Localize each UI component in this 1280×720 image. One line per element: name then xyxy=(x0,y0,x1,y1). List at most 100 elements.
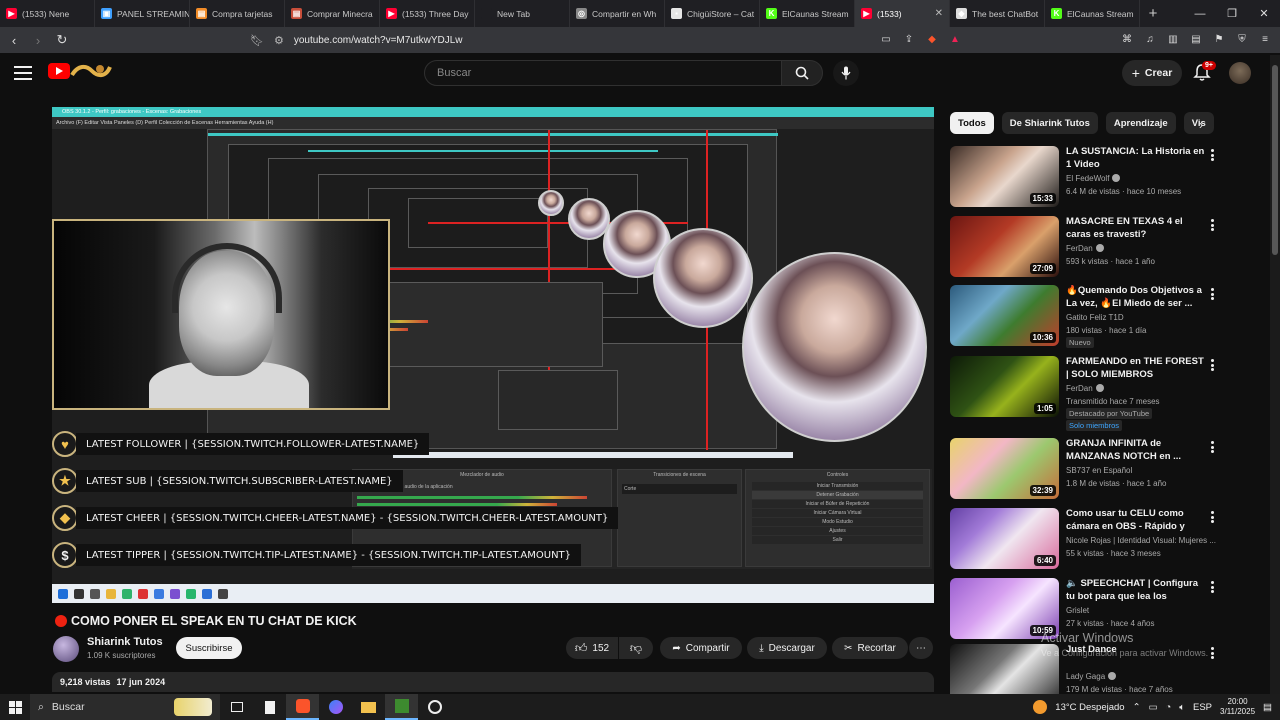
video-thumbnail[interactable]: 15:33 xyxy=(950,146,1059,207)
task-view-icon[interactable] xyxy=(220,694,253,720)
taskbar-search-input[interactable]: ⌕ Buscar xyxy=(30,694,220,720)
more-options-icon[interactable] xyxy=(1208,440,1216,454)
language-indicator[interactable]: ESP xyxy=(1193,702,1212,713)
extension-icon[interactable]: ⌘ xyxy=(1120,31,1134,47)
yt-doodle-icon[interactable] xyxy=(70,61,112,83)
more-options-icon[interactable] xyxy=(1208,358,1216,372)
voice-search-button[interactable] xyxy=(833,60,859,86)
filter-chip[interactable]: Aprendizaje xyxy=(1105,112,1176,134)
video-thumbnail[interactable]: 1:05 xyxy=(950,356,1059,417)
recommendation-channel[interactable]: Grislet xyxy=(1066,606,1089,615)
site-info-icon[interactable]: ⚙︎ xyxy=(274,34,284,47)
recommendation-item[interactable]: 6:40 Como usar tu CELU como cámara en OBS… xyxy=(950,508,1225,570)
media-icon[interactable]: ♫ xyxy=(1143,31,1157,47)
browser-tab[interactable]: K ElCaunas Stream xyxy=(1045,0,1140,27)
recommendation-title[interactable]: MASACRE EN TEXAS 4 el caras es travesti? xyxy=(1066,216,1208,241)
more-options-icon[interactable] xyxy=(1208,287,1216,301)
video-thumbnail[interactable]: 6:40 xyxy=(950,508,1059,569)
recommendation-title[interactable]: GRANJA INFINITA de MANZANAS NOTCH en ... xyxy=(1066,438,1208,463)
more-options-icon[interactable] xyxy=(1208,218,1216,232)
recommendation-title[interactable]: LA SUSTANCIA: La Historia en 1 Video xyxy=(1066,146,1208,171)
messenger-icon[interactable] xyxy=(319,694,352,720)
browser-tab[interactable]: ▶ (1533) Three Day xyxy=(380,0,475,27)
recommendation-channel[interactable]: Nicole Rojas | Identidad Visual: Mujeres… xyxy=(1066,536,1216,545)
weather-text[interactable]: 13°C Despejado xyxy=(1055,702,1124,713)
filter-chip[interactable]: De Shiarink Tutos xyxy=(1001,112,1098,134)
vpn-icon[interactable]: ⚑ xyxy=(1212,31,1226,47)
bookmark-icon[interactable]: 🔖︎ xyxy=(250,34,264,47)
more-options-icon[interactable] xyxy=(1208,148,1216,162)
hamburger-menu-icon[interactable] xyxy=(14,64,32,82)
new-tab-button[interactable]: + xyxy=(1140,0,1166,27)
browser-tab[interactable]: ◆ The best ChatBot xyxy=(950,0,1045,27)
search-input[interactable]: Buscar xyxy=(424,60,782,86)
video-thumbnail[interactable]: 10:59 xyxy=(950,578,1059,639)
download-button[interactable]: ⤓ Descargar xyxy=(747,637,827,659)
obs-icon[interactable] xyxy=(418,694,451,720)
browser-tab[interactable]: ▣ PANEL STREAMIN xyxy=(95,0,190,27)
close-window-icon[interactable]: ✕ xyxy=(1248,0,1280,27)
share-button[interactable]: ➦ Compartir xyxy=(660,637,742,659)
recommendation-channel[interactable]: El FedeWolf xyxy=(1066,174,1121,183)
subscribe-button[interactable]: Suscribirse xyxy=(176,637,242,659)
browser-tab[interactable]: ▤ Compra tarjetas xyxy=(190,0,285,27)
search-button[interactable] xyxy=(781,60,823,86)
video-thumbnail[interactable]: 10:36 xyxy=(950,285,1059,346)
recommendation-title[interactable]: 🔈 SPEECHCHAT | Configura tu bot para que… xyxy=(1066,578,1208,603)
browser-tab[interactable]: ▶ (1533) ✕ xyxy=(855,0,950,27)
file-explorer-icon[interactable] xyxy=(352,694,385,720)
more-options-icon[interactable] xyxy=(1208,646,1216,660)
minimize-icon[interactable]: — xyxy=(1184,0,1216,27)
more-actions-button[interactable]: ⋯ xyxy=(909,637,933,659)
sidebar-icon[interactable]: ▥ xyxy=(1166,31,1180,47)
more-options-icon[interactable] xyxy=(1208,580,1216,594)
recommendation-item[interactable]: 15:33 LA SUSTANCIA: La Historia en 1 Vide… xyxy=(950,146,1225,208)
network-icon[interactable]: ▭ xyxy=(1149,702,1158,713)
forward-icon[interactable]: › xyxy=(28,30,48,50)
chevron-up-icon[interactable]: ⌃ xyxy=(1133,702,1141,713)
recommendation-channel[interactable]: Lady Gaga xyxy=(1066,672,1117,681)
description-box[interactable]: 9,218 vistas 17 jun 2024 xyxy=(52,672,934,692)
browser-tab[interactable]: ▤ Comprar Minecra xyxy=(285,0,380,27)
volume-icon[interactable]: 🔈︎ xyxy=(1179,702,1185,713)
recommendation-title[interactable]: Como usar tu CELU como cámara en OBS - R… xyxy=(1066,508,1208,533)
scroll-thumb[interactable] xyxy=(1272,65,1278,255)
browser-tab[interactable]: ▶ (1533) Nene xyxy=(0,0,95,27)
recommendation-item[interactable]: 10:36 🔥Quemando Dos Objetivos a La vez, 🔥… xyxy=(950,285,1225,348)
recommendation-title[interactable]: FARMEANDO en THE FOREST | SOLO MIEMBROS xyxy=(1066,356,1208,381)
browser-tab[interactable]: New Tab xyxy=(475,0,570,27)
clock[interactable]: 20:00 3/11/2025 xyxy=(1220,697,1255,717)
more-options-icon[interactable] xyxy=(1208,510,1216,524)
filter-chip[interactable]: Todos xyxy=(950,112,994,134)
recommendation-title[interactable]: 🔥Quemando Dos Objetivos a La vez, 🔥El Mi… xyxy=(1066,285,1208,310)
rewards-icon[interactable]: ▲ xyxy=(948,31,962,47)
notification-center-icon[interactable]: ▤ xyxy=(1263,702,1272,713)
recommendation-item[interactable]: 27:09 MASACRE EN TEXAS 4 el caras es trav… xyxy=(950,216,1225,278)
browser-tab[interactable]: K ElCaunas Stream xyxy=(760,0,855,27)
share-icon[interactable]: ⇪ xyxy=(902,31,916,47)
tab-close-icon[interactable]: ✕ xyxy=(935,8,943,19)
minecraft-icon[interactable] xyxy=(385,694,418,720)
channel-name[interactable]: Shiarink Tutos xyxy=(87,636,163,648)
video-thumbnail[interactable]: 27:09 xyxy=(950,216,1059,277)
recommendation-channel[interactable]: SB737 en Español xyxy=(1066,466,1132,475)
page-scrollbar[interactable] xyxy=(1270,55,1280,695)
wifi-icon[interactable]: ◔ xyxy=(1166,702,1172,713)
youtube-logo[interactable] xyxy=(48,63,70,79)
brave-browser-icon[interactable] xyxy=(286,694,319,720)
wallet-icon[interactable]: ▤ xyxy=(1189,31,1203,47)
recommendation-item[interactable]: 32:39 GRANJA INFINITA de MANZANAS NOTCH e… xyxy=(950,438,1225,500)
brave-shield-icon[interactable]: ◆ xyxy=(925,31,939,47)
dislike-button[interactable]: 👎︎ xyxy=(619,637,653,659)
browser-tab[interactable]: ◎ Compartir en Wh xyxy=(570,0,665,27)
video-thumbnail[interactable]: 32:39 xyxy=(950,438,1059,499)
start-button[interactable] xyxy=(0,694,30,720)
recommendation-channel[interactable]: FerDan xyxy=(1066,244,1104,253)
recommendation-item[interactable]: 1:05 FARMEANDO en THE FOREST | SOLO MIEMB… xyxy=(950,356,1225,431)
channel-avatar[interactable] xyxy=(53,636,79,662)
clip-button[interactable]: ✂ Recortar xyxy=(832,637,908,659)
shield-icon[interactable]: ⛨ xyxy=(1235,31,1249,47)
chevron-right-icon[interactable]: › xyxy=(1192,115,1210,133)
reload-icon[interactable]: ↻ xyxy=(52,30,72,50)
video-player[interactable]: OBS 30.1.2 - Perfil: grabaciones - Escen… xyxy=(52,107,934,603)
